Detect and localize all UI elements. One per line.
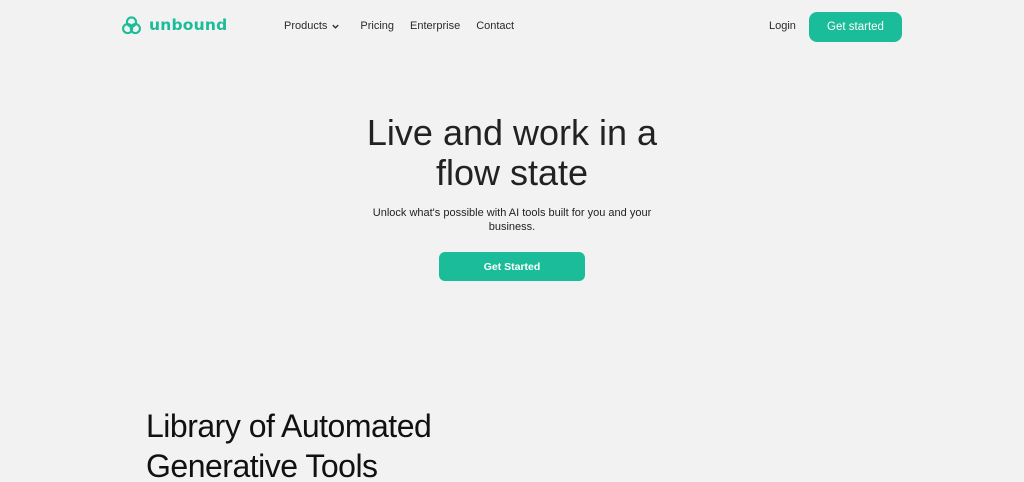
chevron-down-icon: [332, 24, 340, 29]
hero-subtitle-line-2: business.: [488, 221, 536, 233]
nav-item-products[interactable]: Products: [284, 20, 340, 32]
nav-item-label: Enterprise: [410, 20, 461, 32]
unbound-logo-icon: [122, 16, 141, 35]
library-title-line-2: Generative Tools: [146, 448, 378, 482]
hero-title-line-1: Live and work in a: [366, 112, 658, 153]
get-started-header-button[interactable]: Get started: [809, 12, 902, 42]
main-nav: Products Pricing Enterprise Contact: [284, 20, 530, 32]
hero-title: Live and work in a flow state: [312, 113, 712, 193]
get-started-hero-button[interactable]: Get Started: [439, 252, 585, 281]
hero-title-line-2: flow state: [435, 152, 589, 193]
hero-subtitle: Unlock what's possible with AI tools bui…: [362, 206, 662, 234]
landing-page: unbound Products Pricing Enterprise Cont…: [0, 0, 1024, 482]
nav-item-enterprise[interactable]: Enterprise: [410, 20, 460, 32]
library-title-line-1: Library of Automated: [146, 408, 432, 444]
login-link[interactable]: Login: [769, 20, 796, 32]
nav-item-label: Contact: [476, 20, 515, 32]
hero-subtitle-line-1: Unlock what's possible with AI tools bui…: [372, 207, 652, 219]
nav-item-pricing[interactable]: Pricing: [360, 20, 394, 32]
nav-item-label: Pricing: [360, 20, 395, 32]
site-header: unbound Products Pricing Enterprise Cont…: [0, 0, 1024, 54]
nav-item-contact[interactable]: Contact: [476, 20, 514, 32]
library-section-title: Library of Automated Generative Tools: [146, 406, 506, 482]
brand-name: unbound: [149, 15, 228, 34]
brand-logo-link[interactable]: unbound: [121, 15, 227, 36]
nav-item-label: Products: [284, 20, 328, 32]
